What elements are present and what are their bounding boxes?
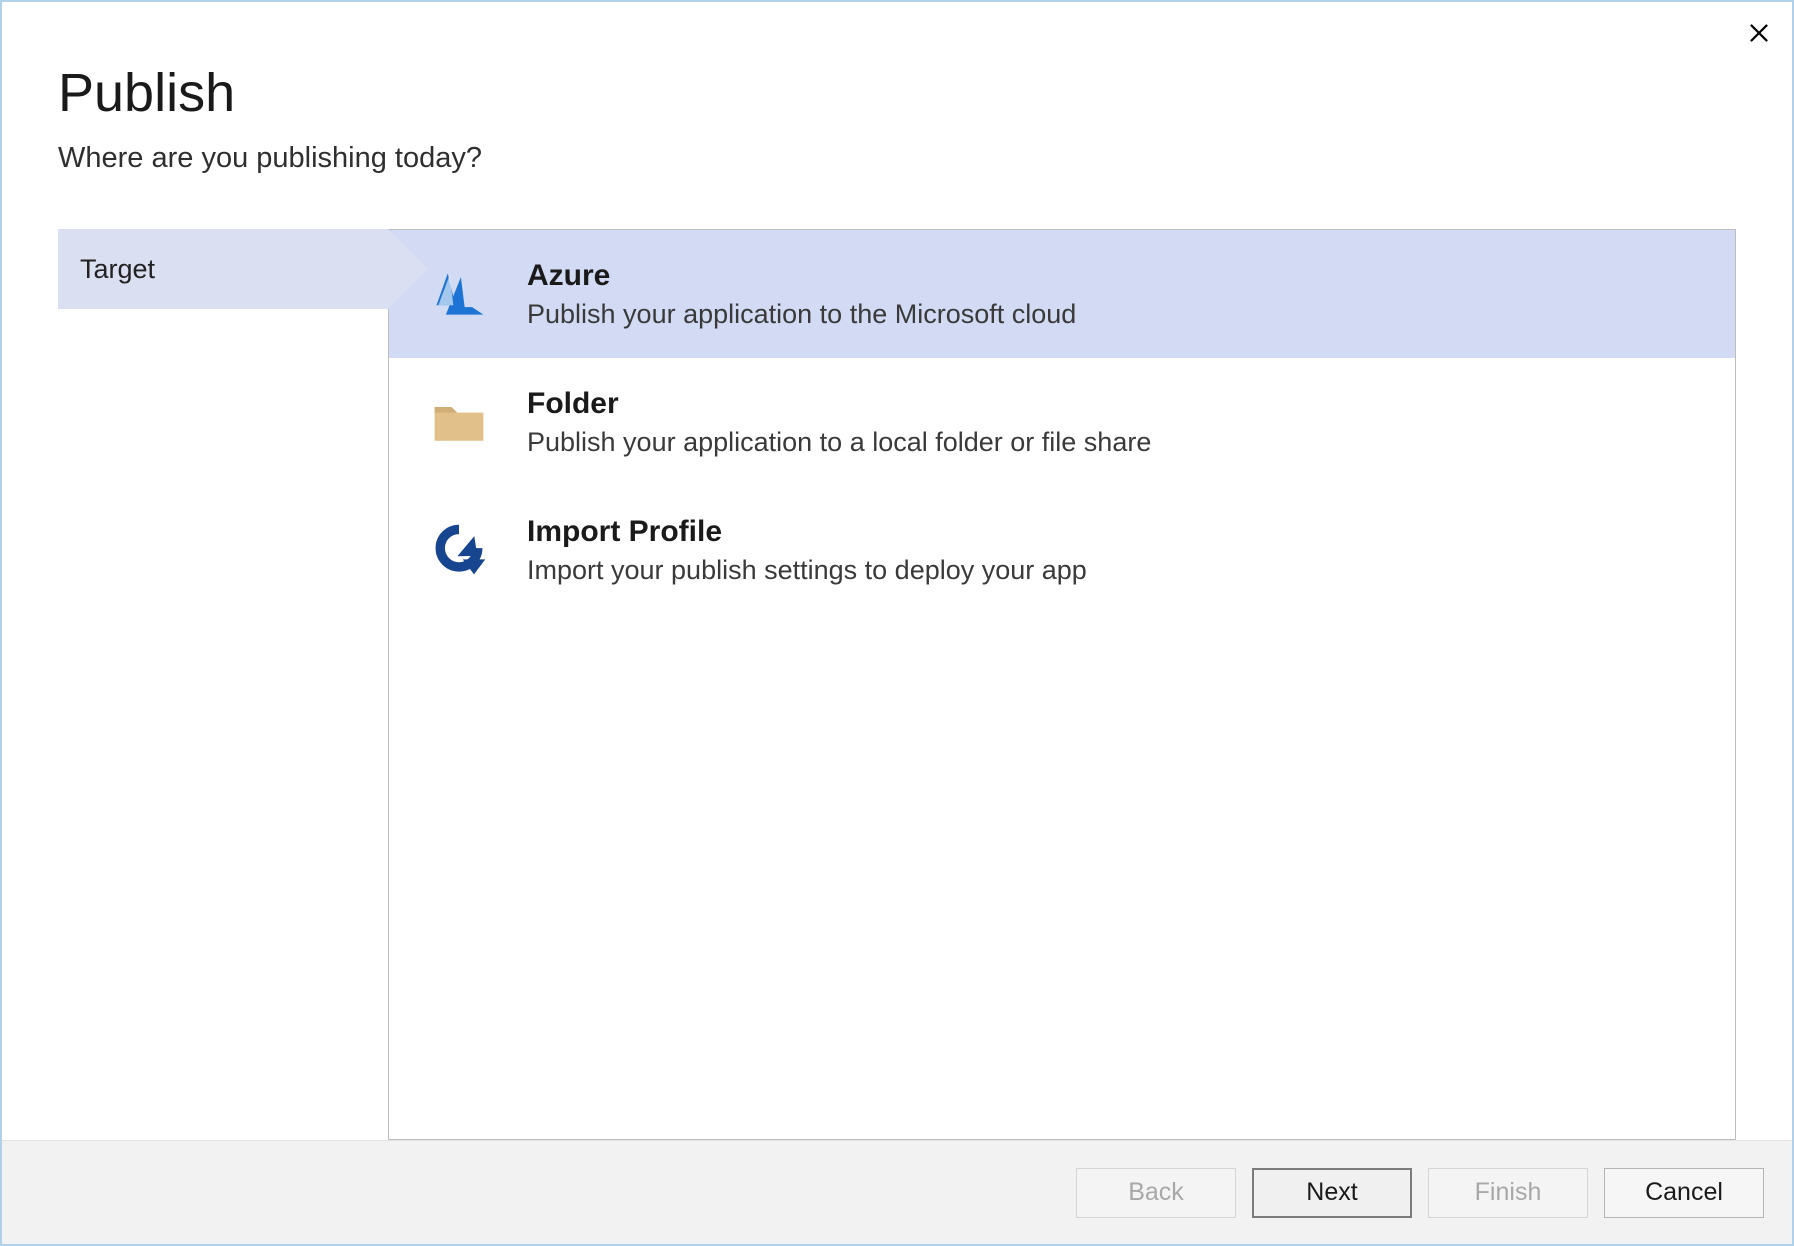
option-title: Azure — [527, 259, 1076, 293]
option-import-profile[interactable]: Import Profile Import your publish setti… — [389, 486, 1735, 614]
close-button[interactable] — [1744, 20, 1774, 50]
option-folder[interactable]: Folder Publish your application to a loc… — [389, 358, 1735, 486]
cancel-button[interactable]: Cancel — [1604, 1168, 1764, 1218]
target-options-panel: Azure Publish your application to the Mi… — [388, 229, 1736, 1140]
dialog-title: Publish — [58, 62, 1736, 124]
close-icon — [1748, 22, 1770, 49]
dialog-footer: Back Next Finish Cancel — [2, 1140, 1792, 1244]
next-button[interactable]: Next — [1252, 1168, 1412, 1218]
option-description: Publish your application to the Microsof… — [527, 299, 1076, 330]
azure-icon — [419, 254, 499, 334]
finish-button[interactable]: Finish — [1428, 1168, 1588, 1218]
dialog-body: Target Azure Publish your application to… — [2, 185, 1792, 1140]
publish-dialog: Publish Where are you publishing today? … — [0, 0, 1794, 1246]
dialog-subtitle: Where are you publishing today? — [58, 142, 1736, 175]
step-label: Target — [80, 254, 155, 285]
import-icon — [419, 510, 499, 590]
option-description: Publish your application to a local fold… — [527, 427, 1151, 458]
step-target-tab[interactable]: Target — [58, 229, 388, 309]
option-description: Import your publish settings to deploy y… — [527, 555, 1087, 586]
option-azure[interactable]: Azure Publish your application to the Mi… — [389, 230, 1735, 358]
option-title: Folder — [527, 387, 1151, 421]
option-title: Import Profile — [527, 515, 1087, 549]
back-button[interactable]: Back — [1076, 1168, 1236, 1218]
dialog-header: Publish Where are you publishing today? — [2, 2, 1792, 185]
folder-icon — [419, 382, 499, 462]
step-sidebar: Target — [58, 229, 388, 1140]
